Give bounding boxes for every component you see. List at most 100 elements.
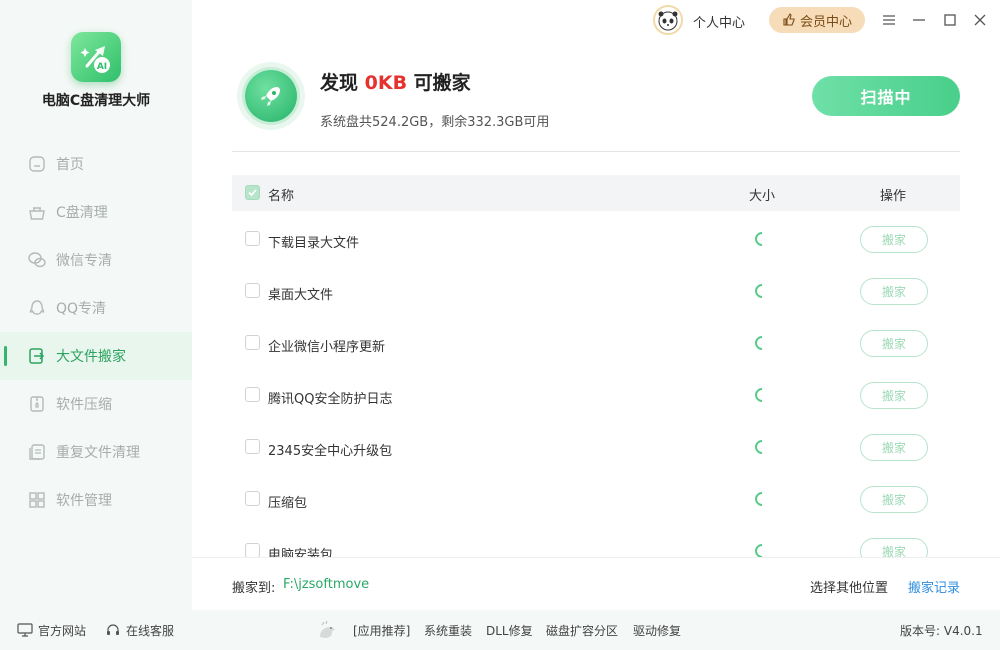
svg-text:AI: AI (97, 62, 107, 72)
table-row: 企业微信小程序更新 搬家 (232, 317, 960, 369)
rocket-icon (245, 70, 297, 122)
minimize-icon (913, 19, 925, 21)
move-destination-bar: 搬家到: F:\jzsoftmove 选择其他位置 搬家记录 (192, 557, 1000, 610)
sidebar-item-label: 微信专清 (56, 253, 112, 269)
loading-spinner-icon (752, 281, 772, 301)
sidebar-item-home[interactable]: 首页 (0, 140, 192, 188)
found-size: 0KB (364, 72, 408, 94)
loading-spinner-icon (752, 489, 772, 509)
move-button[interactable]: 搬家 (860, 434, 928, 461)
loading-spinner-icon (752, 333, 772, 353)
close-button[interactable] (970, 10, 990, 30)
loading-spinner-icon (752, 541, 772, 557)
row-checkbox[interactable] (245, 387, 260, 402)
scan-status-badge (237, 62, 305, 130)
row-checkbox[interactable] (245, 491, 260, 506)
row-checkbox[interactable] (245, 283, 260, 298)
select-all-checkbox[interactable] (245, 185, 260, 200)
disk-info: 系统盘共524.2GB，剩余332.3GB可用 (320, 115, 550, 130)
row-checkbox[interactable] (245, 335, 260, 350)
column-header-name: 名称 (268, 189, 295, 204)
sidebar-item-label: QQ专清 (56, 301, 107, 317)
move-to-label: 搬家到: (232, 581, 276, 596)
sidebar-item-label: 重复文件清理 (56, 445, 140, 461)
vip-center-button[interactable]: 会员中心 (769, 7, 865, 33)
hamburger-menu-icon (883, 15, 895, 25)
row-name: 电脑安装包 (268, 548, 334, 557)
online-service-link[interactable]: 在线客服 (105, 610, 174, 650)
close-icon (974, 14, 986, 26)
minimize-button[interactable] (909, 10, 929, 30)
broom-ai-icon: AI (80, 46, 110, 73)
move-button[interactable]: 搬家 (860, 382, 928, 409)
thumbs-up-icon (782, 13, 796, 27)
sidebar-item-compress[interactable]: 软件压缩 (0, 380, 192, 428)
row-name: 企业微信小程序更新 (268, 340, 386, 355)
move-button[interactable]: 搬家 (860, 486, 928, 513)
found-summary: 发现 0KB 可搬家 (320, 68, 471, 95)
found-suffix: 可搬家 (407, 72, 471, 94)
personal-center-link[interactable]: 个人中心 (693, 12, 745, 31)
system-reinstall-link[interactable]: 系统重装 (424, 610, 472, 650)
table-row: 桌面大文件 搬家 (232, 265, 960, 317)
move-button[interactable]: 搬家 (860, 226, 928, 253)
loading-spinner-icon (752, 385, 772, 405)
sidebar-item-qq[interactable]: QQ专清 (0, 284, 192, 332)
move-button[interactable]: 搬家 (860, 278, 928, 305)
wechat-icon (27, 250, 47, 270)
move-button[interactable]: 搬家 (860, 538, 928, 557)
sidebar-item-duplicate[interactable]: 重复文件清理 (0, 428, 192, 476)
driver-repair-link[interactable]: 驱动修复 (633, 610, 681, 650)
table-row: 腾讯QQ安全防护日志 搬家 (232, 369, 960, 421)
found-prefix: 发现 (320, 72, 365, 94)
menu-button[interactable] (879, 10, 899, 30)
choose-other-location-link[interactable]: 选择其他位置 (810, 577, 888, 596)
app-recommend-link[interactable]: [应用推荐] (353, 610, 410, 650)
app-name: 电脑C盘清理大师 (41, 93, 151, 109)
maximize-button[interactable] (940, 10, 960, 30)
sidebar-item-label: C盘清理 (56, 205, 108, 221)
row-name: 压缩包 (268, 496, 308, 511)
official-site-link[interactable]: 官方网站 (17, 610, 86, 650)
table-header: 名称 大小 操作 (232, 175, 960, 211)
online-service-label: 在线客服 (126, 623, 175, 638)
sidebar: AI 电脑C盘清理大师 首页 C盘清理 微信专清 QQ专清 大文件搬家 软件压缩… (0, 0, 192, 610)
move-records-link[interactable]: 搬家记录 (908, 577, 960, 596)
disk-partition-link[interactable]: 磁盘扩容分区 (546, 610, 618, 650)
file-move-icon (27, 346, 47, 366)
broom-basket-icon (27, 202, 47, 222)
sidebar-item-label: 大文件搬家 (56, 349, 126, 365)
checkmark-icon (248, 189, 257, 197)
row-checkbox[interactable] (245, 543, 260, 557)
row-checkbox[interactable] (245, 439, 260, 454)
recommend-mascot-icon (316, 610, 338, 650)
qq-penguin-icon (27, 298, 47, 318)
sidebar-nav: 首页 C盘清理 微信专清 QQ专清 大文件搬家 软件压缩 重复文件清理 软件管理 (0, 140, 192, 524)
duplicate-file-icon (27, 442, 47, 462)
column-header-action: 操作 (880, 189, 907, 204)
version-label: 版本号: V4.0.1 (900, 623, 983, 638)
row-checkbox[interactable] (245, 231, 260, 246)
sidebar-item-wechat[interactable]: 微信专清 (0, 236, 192, 284)
row-name: 下载目录大文件 (268, 236, 360, 251)
sidebar-item-software[interactable]: 软件管理 (0, 476, 192, 524)
app-logo: AI (71, 32, 121, 82)
header-divider (232, 151, 960, 152)
headset-icon (105, 622, 121, 638)
sidebar-item-c-clean[interactable]: C盘清理 (0, 188, 192, 236)
apps-grid-icon (27, 490, 47, 510)
row-name: 腾讯QQ安全防护日志 (268, 392, 393, 407)
avatar[interactable] (653, 5, 683, 35)
sidebar-item-big-file-move[interactable]: 大文件搬家 (0, 332, 192, 380)
table-row: 电脑安装包 搬家 (232, 525, 960, 557)
panda-avatar-icon (658, 11, 678, 31)
file-category-list: 下载目录大文件 搬家 桌面大文件 搬家 企业微信小程序更新 搬家 腾讯QQ安全防… (232, 213, 960, 557)
status-bar: 官方网站 在线客服 [应用推荐] 系统重装 DLL修复 磁盘扩容分区 驱动修复 … (0, 610, 1000, 650)
move-button[interactable]: 搬家 (860, 330, 928, 357)
vip-center-label: 会员中心 (799, 14, 852, 30)
table-row: 压缩包 搬家 (232, 473, 960, 525)
compress-icon (27, 394, 47, 414)
scan-button[interactable]: 扫描中 (812, 76, 960, 116)
dll-repair-link[interactable]: DLL修复 (486, 610, 533, 650)
move-to-path[interactable]: F:\jzsoftmove (283, 577, 369, 592)
